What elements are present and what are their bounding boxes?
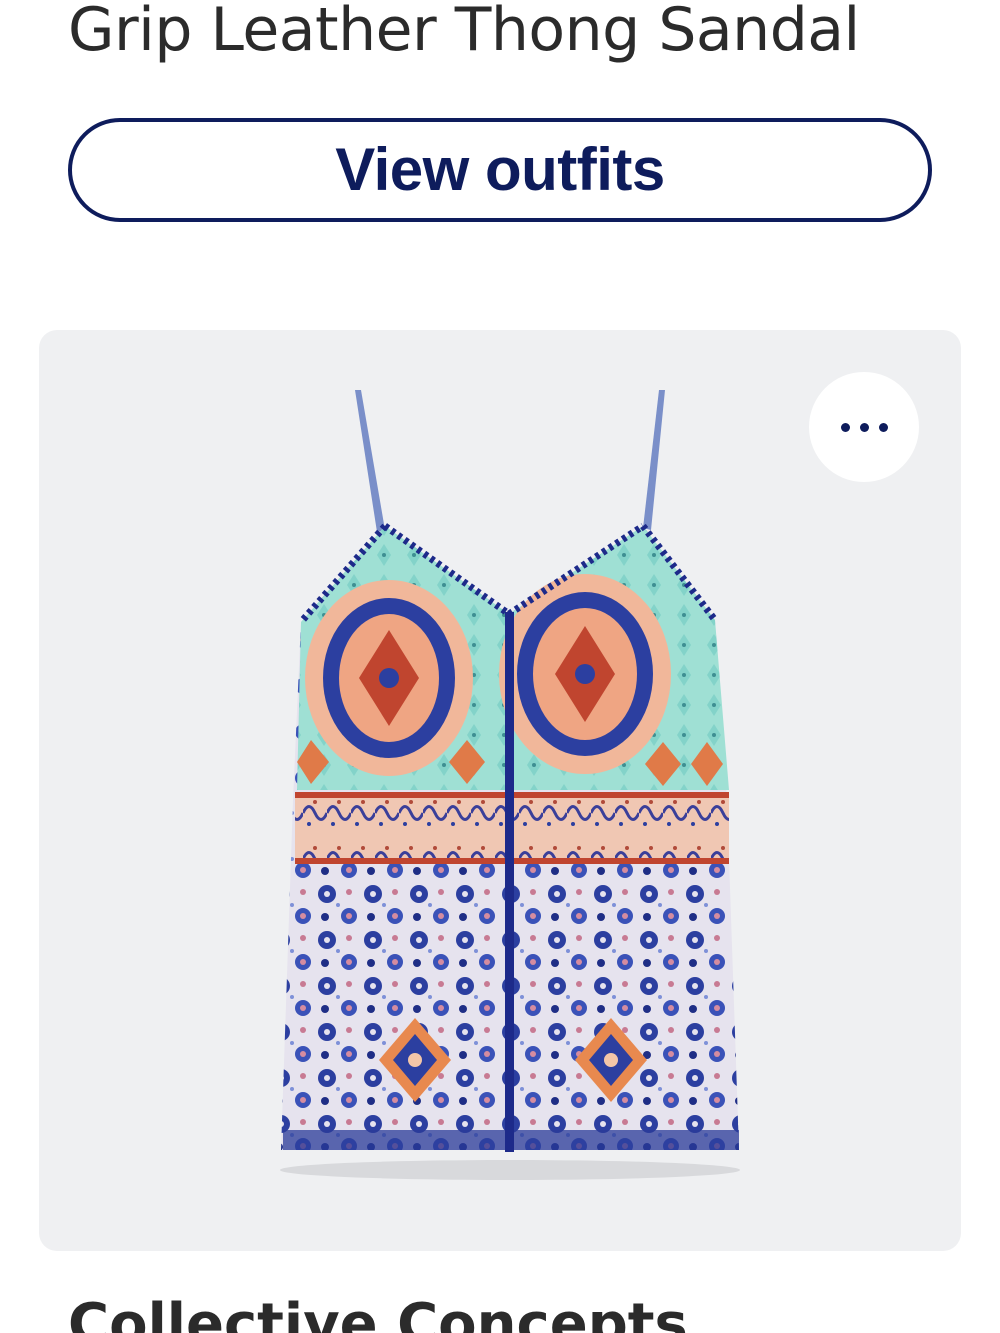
view-outfits-button[interactable]: View outfits [68,118,932,222]
more-horizontal-icon-dot [859,422,869,432]
next-item-brand: Collective Concepts [68,1292,688,1333]
more-options-button[interactable] [809,372,919,482]
more-horizontal-icon-dot [840,422,850,432]
product-detail-page: Grip Leather Thong Sandal View outfits C… [0,0,1000,1333]
more-horizontal-icon-dot [878,422,888,432]
product-image [280,390,740,1180]
product-title: Grip Leather Thong Sandal [68,0,860,65]
product-image-card[interactable] [39,330,961,1251]
